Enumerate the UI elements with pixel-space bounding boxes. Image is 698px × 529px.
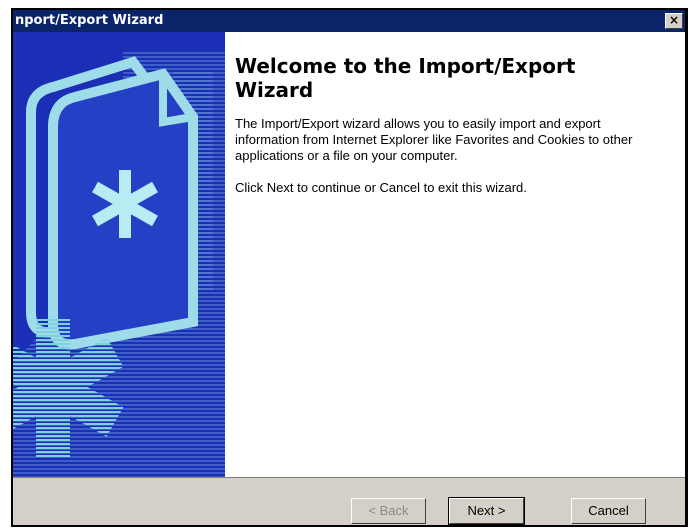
wizard-document-asterisk-illustration [13,52,225,477]
import-export-wizard-window: nport/Export Wizard × Welcome to the Imp… [11,8,688,527]
window-title: nport/Export Wizard [15,13,164,28]
wizard-description: The Import/Export wizard allows you to e… [235,116,633,163]
wizard-heading: Welcome to the Import/Export Wizard [235,54,576,102]
cancel-button[interactable]: Cancel [571,498,646,524]
next-button[interactable]: Next > [448,497,525,525]
back-button[interactable]: < Back [351,498,426,524]
close-icon: × [668,13,680,27]
wizard-side-panel [13,32,225,477]
title-bar[interactable]: nport/Export Wizard × [13,10,685,32]
wizard-instruction: Click Next to continue or Cancel to exit… [235,180,527,195]
wizard-content: Welcome to the Import/Export Wizard The … [225,32,685,477]
close-button[interactable]: × [665,13,683,29]
button-bar: < Back Next > Cancel [13,477,685,525]
